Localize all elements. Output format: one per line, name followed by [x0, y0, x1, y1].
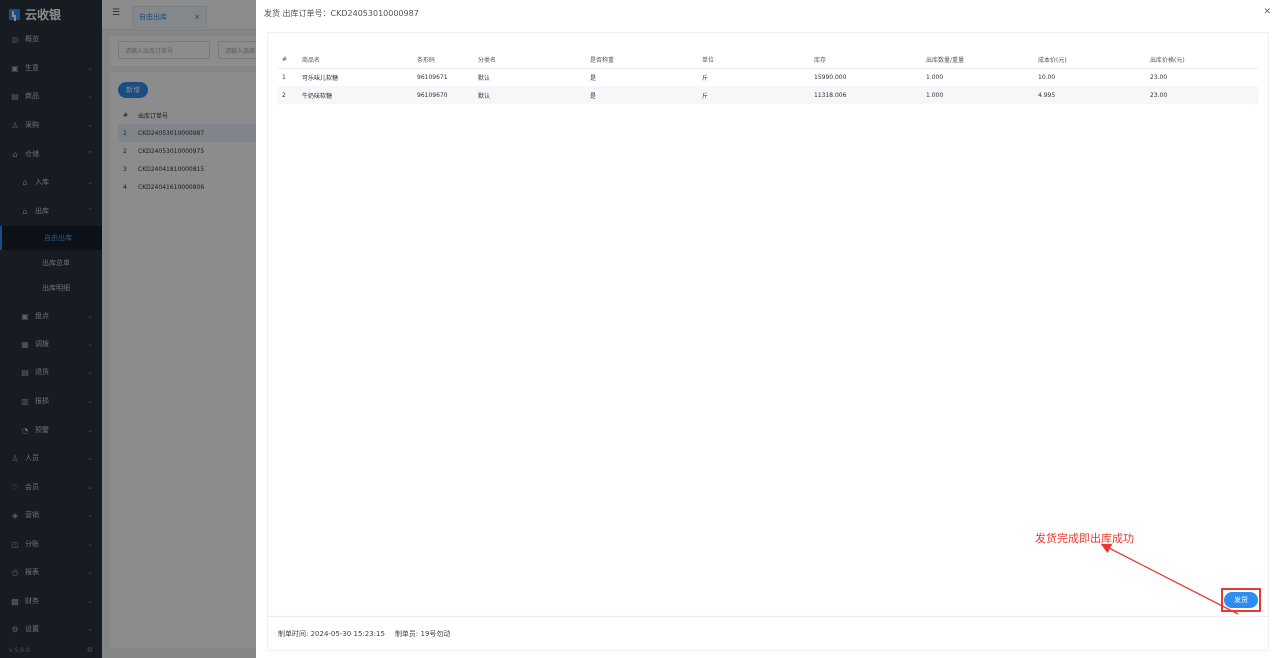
table-cell: 斤	[698, 68, 810, 86]
column-header: 出库数量/重量	[922, 51, 1034, 69]
table-row[interactable]: 2 牛奶味软糖 96109670 默认是斤 11318.006 1.000 4.995 23.…	[278, 86, 1258, 104]
table-cell: 96109670	[413, 86, 474, 104]
drawer-body: # 商品名 条形码 分类名 是否称重 单位 库存 出库数量/重量 成本价(元) 出库价格(元) 1…	[268, 33, 1268, 650]
column-header: 库存	[810, 51, 922, 69]
column-header: 商品名	[298, 51, 413, 69]
table-cell: 默认	[474, 86, 586, 104]
table-cell: 1	[278, 68, 298, 86]
table-row[interactable]: 1 可乐味儿软糖 96109671 默认是斤 15990.000 1.000 10.00 23…	[278, 68, 1258, 86]
ship-button[interactable]: 发货	[1224, 592, 1258, 608]
column-header: 单位	[698, 51, 810, 69]
drawer-title: 发货 出库订单号：CKD24053010000987	[264, 8, 419, 18]
table-cell: 牛奶味软糖	[298, 86, 413, 104]
table-cell: 11318.006	[810, 86, 922, 104]
column-header: 条形码	[413, 51, 474, 69]
table-cell: 10.00	[1034, 68, 1146, 86]
table-cell: 15990.000	[810, 68, 922, 86]
table-cell: 4.995	[1034, 86, 1146, 104]
table-cell: 2	[278, 86, 298, 104]
column-header: 成本价(元)	[1034, 51, 1146, 69]
creator: 制单员: 19号勿动	[394, 629, 451, 638]
items-table: # 商品名 条形码 分类名 是否称重 单位 库存 出库数量/重量 成本价(元) 出库价格(元) 1…	[278, 51, 1258, 104]
created-time: 制单时间: 2024-05-30 15:23:15	[278, 629, 385, 638]
table-cell: 是	[586, 86, 698, 104]
table-cell: 是	[586, 68, 698, 86]
table-cell: 默认	[474, 68, 586, 86]
drawer-footer: 制单时间: 2024-05-30 15:23:15 制单员: 19号勿动	[268, 616, 1268, 650]
ship-drawer: 发货 出库订单号：CKD24053010000987 ✕ # 商品名 条形码 分类名是…	[256, 0, 1280, 658]
annotation-text: 发货完成即出库成功	[1035, 532, 1134, 545]
column-header: 是否称重	[586, 51, 698, 69]
table-cell: 斤	[698, 86, 810, 104]
column-header: #	[278, 51, 298, 69]
table-cell: 可乐味儿软糖	[298, 68, 413, 86]
table-cell: 23.00	[1146, 68, 1258, 86]
column-header: 出库价格(元)	[1146, 51, 1258, 69]
table-cell: 1.000	[922, 68, 1034, 86]
table-cell: 1.000	[922, 86, 1034, 104]
close-icon[interactable]: ✕	[1263, 7, 1271, 17]
table-cell: 96109671	[413, 68, 474, 86]
table-cell: 23.00	[1146, 86, 1258, 104]
column-header: 分类名	[474, 51, 586, 69]
